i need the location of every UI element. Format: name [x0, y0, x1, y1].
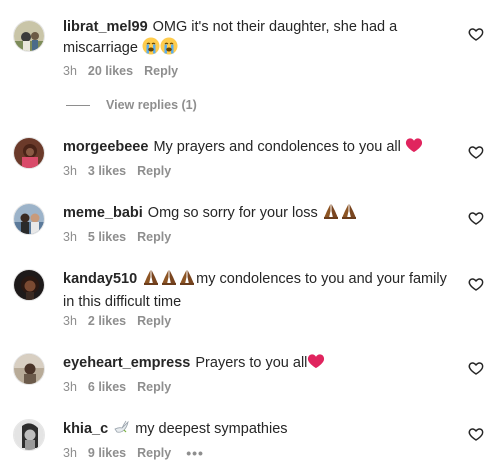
folded-hands-icon: [322, 202, 340, 226]
reply-button[interactable]: Reply: [137, 445, 171, 461]
comment-time[interactable]: 3h: [63, 379, 77, 395]
reply-button[interactable]: Reply: [137, 313, 171, 329]
comment-text: eyeheart_empress Prayers to you all: [63, 352, 459, 376]
reply-button[interactable]: Reply: [137, 229, 171, 245]
avatar[interactable]: [13, 419, 45, 451]
avatar[interactable]: [13, 269, 45, 301]
comment-likes[interactable]: 6 likes: [88, 379, 126, 395]
comment-time[interactable]: 3h: [63, 445, 77, 461]
comment-likes[interactable]: 5 likes: [88, 229, 126, 245]
comment-username[interactable]: morgeebeee: [63, 139, 148, 155]
comment-body: Prayers to you all: [195, 355, 308, 371]
comment-time[interactable]: 3h: [63, 229, 77, 245]
dove-icon: [113, 418, 131, 442]
comment-meta: 3h 20 likes Reply: [63, 63, 178, 79]
red-heart-icon: [405, 136, 423, 160]
comment-time[interactable]: 3h: [63, 313, 77, 329]
comment-body: My prayers and condolences to you all: [153, 139, 401, 155]
comment-likes[interactable]: 20 likes: [88, 63, 133, 79]
comment-likes[interactable]: 9 likes: [88, 445, 126, 461]
comment-body: my deepest sympathies: [135, 421, 288, 437]
avatar[interactable]: [13, 20, 45, 52]
comment-likes[interactable]: 3 likes: [88, 163, 126, 179]
comment-text: morgeebeee My prayers and condolences to …: [63, 136, 459, 160]
folded-hands-icon: [160, 268, 178, 292]
like-heart-icon[interactable]: [468, 144, 484, 160]
folded-hands-icon: [340, 202, 358, 226]
comment-username[interactable]: eyeheart_empress: [63, 355, 190, 371]
comment-username[interactable]: kanday510: [63, 271, 137, 287]
comment-time[interactable]: 3h: [63, 163, 77, 179]
view-replies-button[interactable]: View replies (1): [66, 97, 197, 113]
comment-body: Omg so sorry for your loss: [147, 205, 318, 221]
loudly-crying-face-icon: [160, 37, 178, 61]
reply-button[interactable]: Reply: [144, 63, 178, 79]
loudly-crying-face-icon: [142, 37, 160, 61]
comment-meta: 3h 6 likes Reply: [63, 379, 171, 395]
view-replies-label: View replies (1): [106, 98, 197, 112]
comment-text: meme_babi Omg so sorry for your loss: [63, 202, 459, 226]
comment-time[interactable]: 3h: [63, 63, 77, 79]
comment-meta: 3h 2 likes Reply: [63, 313, 171, 329]
comment-meta: 3h 5 likes Reply: [63, 229, 171, 245]
comment-text: khia_c my deepest sympathies: [63, 418, 459, 442]
like-heart-icon[interactable]: [468, 276, 484, 292]
like-heart-icon[interactable]: [468, 26, 484, 42]
comment-username[interactable]: meme_babi: [63, 205, 143, 221]
comment-username[interactable]: librat_mel99: [63, 19, 148, 35]
reply-button[interactable]: Reply: [137, 379, 171, 395]
red-heart-icon: [307, 352, 325, 376]
avatar[interactable]: [13, 353, 45, 385]
comment-username[interactable]: khia_c: [63, 421, 108, 437]
comment-text: librat_mel99 OMG it's not their daughter,…: [63, 17, 459, 61]
more-options-icon[interactable]: •••: [186, 445, 204, 461]
comment-text: kanday510 my condolences to you and your …: [63, 268, 459, 312]
reply-button[interactable]: Reply: [137, 163, 171, 179]
comment-likes[interactable]: 2 likes: [88, 313, 126, 329]
avatar[interactable]: [13, 137, 45, 169]
comment-meta: 3h 9 likes Reply •••: [63, 445, 204, 461]
avatar[interactable]: [13, 203, 45, 235]
like-heart-icon[interactable]: [468, 360, 484, 376]
folded-hands-icon: [142, 268, 160, 292]
divider-line: [66, 104, 90, 106]
like-heart-icon[interactable]: [468, 210, 484, 226]
comment-meta: 3h 3 likes Reply: [63, 163, 171, 179]
like-heart-icon[interactable]: [468, 426, 484, 442]
folded-hands-icon: [178, 268, 196, 292]
